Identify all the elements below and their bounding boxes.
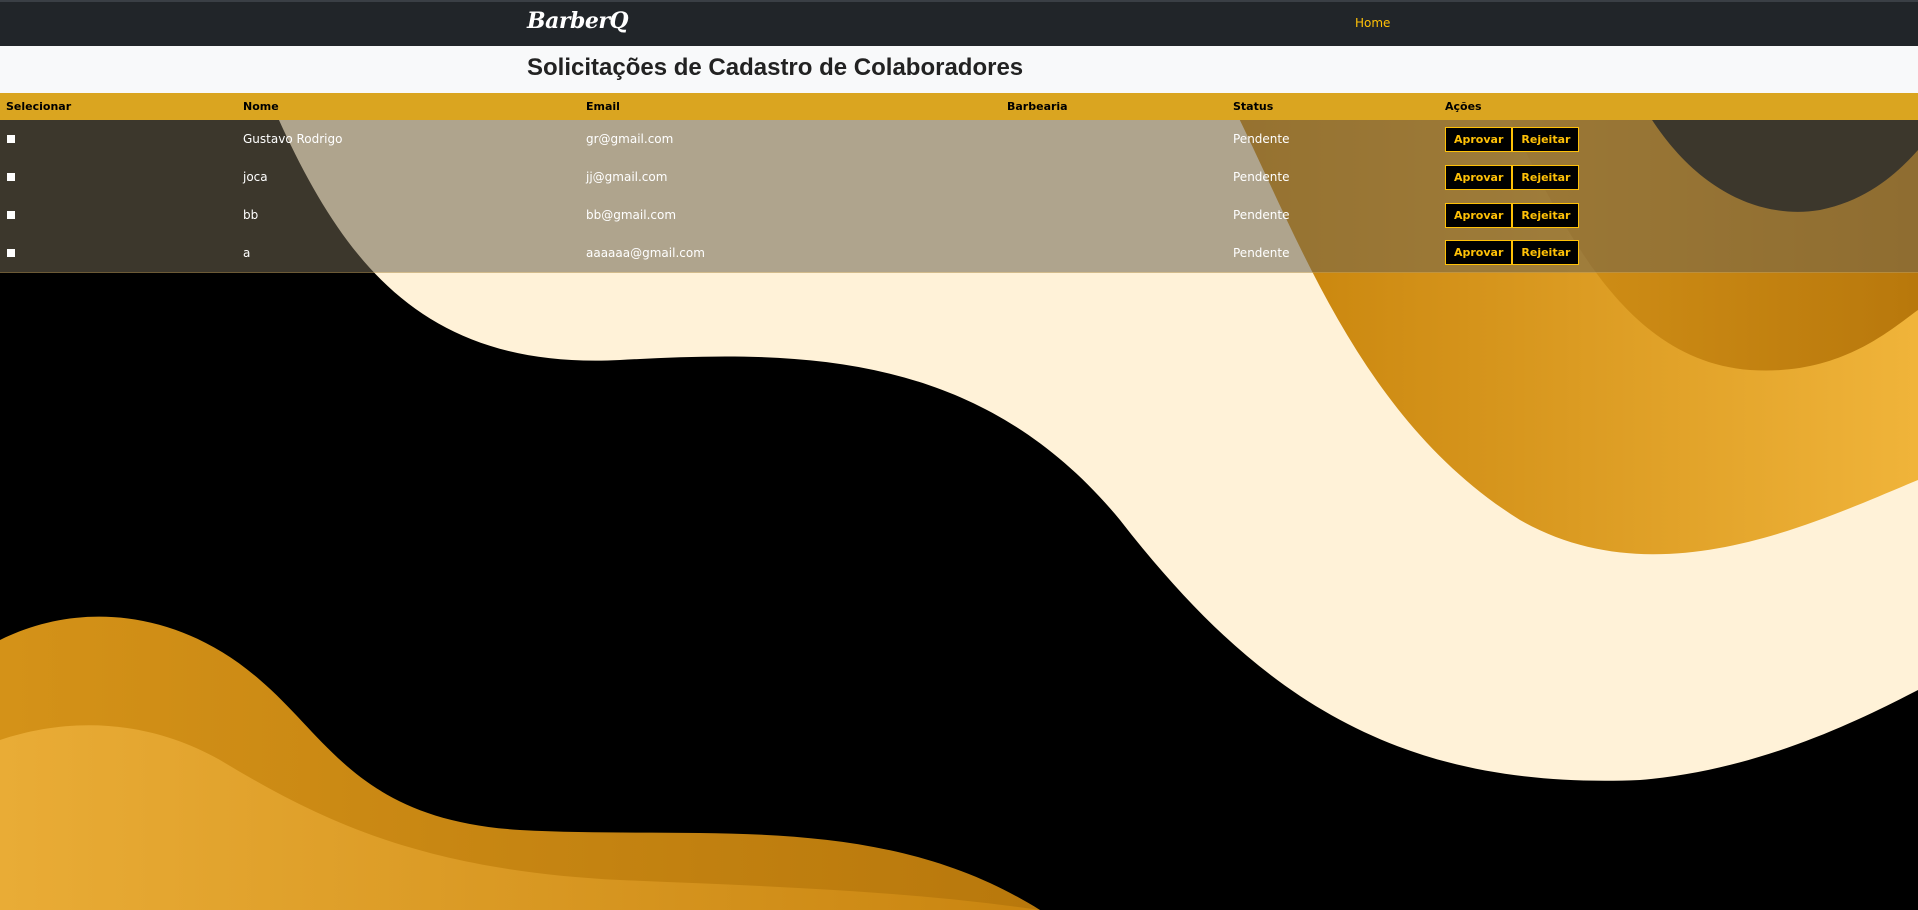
reject-button[interactable]: Rejeitar: [1512, 240, 1580, 266]
header-acoes: Ações: [1445, 100, 1482, 113]
table-row: Gustavo Rodrigo gr@gmail.com Pendente Ap…: [0, 120, 1918, 158]
status-cell: Pendente: [1233, 132, 1290, 146]
nav-home-link[interactable]: Home: [1355, 16, 1390, 30]
table-row: bb bb@gmail.com Pendente Aprovar Rejeitar: [0, 196, 1918, 234]
nome-cell: Gustavo Rodrigo: [243, 132, 343, 146]
nome-cell: bb: [243, 208, 259, 222]
select-checkbox[interactable]: [7, 211, 15, 219]
header-status: Status: [1233, 100, 1274, 113]
nome-cell: a: [243, 245, 251, 260]
requests-table-wrapper: Selecionar Nome Email Barbearia Status A…: [0, 93, 1918, 273]
select-checkbox[interactable]: [7, 248, 15, 257]
actions-cell: Aprovar Rejeitar: [1439, 234, 1918, 272]
approve-button[interactable]: Aprovar: [1445, 202, 1513, 228]
header-selecionar: Selecionar: [6, 100, 72, 113]
barbearia-cell: [1001, 120, 1227, 158]
header-barbearia: Barbearia: [1007, 100, 1068, 113]
reject-button[interactable]: Rejeitar: [1512, 164, 1580, 190]
table-row: joca jj@gmail.com Pendente Aprovar Rejeit…: [0, 158, 1918, 196]
status-cell: Pendente: [1233, 245, 1290, 260]
email-cell: aaaaaa@gmail.com: [586, 245, 705, 260]
select-cell: [0, 196, 237, 234]
reject-button[interactable]: Rejeitar: [1512, 202, 1580, 228]
actions-cell: Aprovar Rejeitar: [1439, 120, 1918, 158]
actions-cell: Aprovar Rejeitar: [1439, 196, 1918, 234]
select-checkbox[interactable]: [7, 135, 15, 143]
actions-cell: Aprovar Rejeitar: [1439, 158, 1918, 196]
header-email: Email: [586, 100, 620, 113]
approve-button[interactable]: Aprovar: [1445, 164, 1513, 190]
navbar: BarberQ Home: [0, 0, 1918, 46]
select-cell: [0, 120, 237, 158]
brand-logo[interactable]: BarberQ: [527, 8, 629, 34]
barbearia-cell: [1001, 196, 1227, 234]
table-row: a aaaaaa@gmail.com Pendente Aprovar Rejei…: [0, 234, 1918, 272]
status-cell: Pendente: [1233, 170, 1290, 184]
email-cell: bb@gmail.com: [586, 208, 677, 222]
reject-button[interactable]: Rejeitar: [1512, 126, 1580, 152]
approve-button[interactable]: Aprovar: [1445, 126, 1513, 152]
select-cell: [0, 234, 237, 272]
table-header-row: Selecionar Nome Email Barbearia Status A…: [0, 93, 1918, 120]
nome-cell: joca: [243, 170, 268, 184]
status-cell: Pendente: [1233, 208, 1290, 222]
select-checkbox[interactable]: [7, 173, 15, 181]
header-nome: Nome: [243, 100, 279, 113]
email-cell: jj@gmail.com: [586, 170, 668, 184]
barbearia-cell: [1001, 234, 1227, 272]
requests-table: Selecionar Nome Email Barbearia Status A…: [0, 93, 1918, 273]
email-cell: gr@gmail.com: [586, 132, 674, 146]
select-cell: [0, 158, 237, 196]
page-title: Solicitações de Cadastro de Colaboradore…: [527, 54, 1024, 81]
approve-button[interactable]: Aprovar: [1445, 240, 1513, 266]
barbearia-cell: [1001, 158, 1227, 196]
title-bar: Solicitações de Cadastro de Colaboradore…: [0, 46, 1918, 93]
